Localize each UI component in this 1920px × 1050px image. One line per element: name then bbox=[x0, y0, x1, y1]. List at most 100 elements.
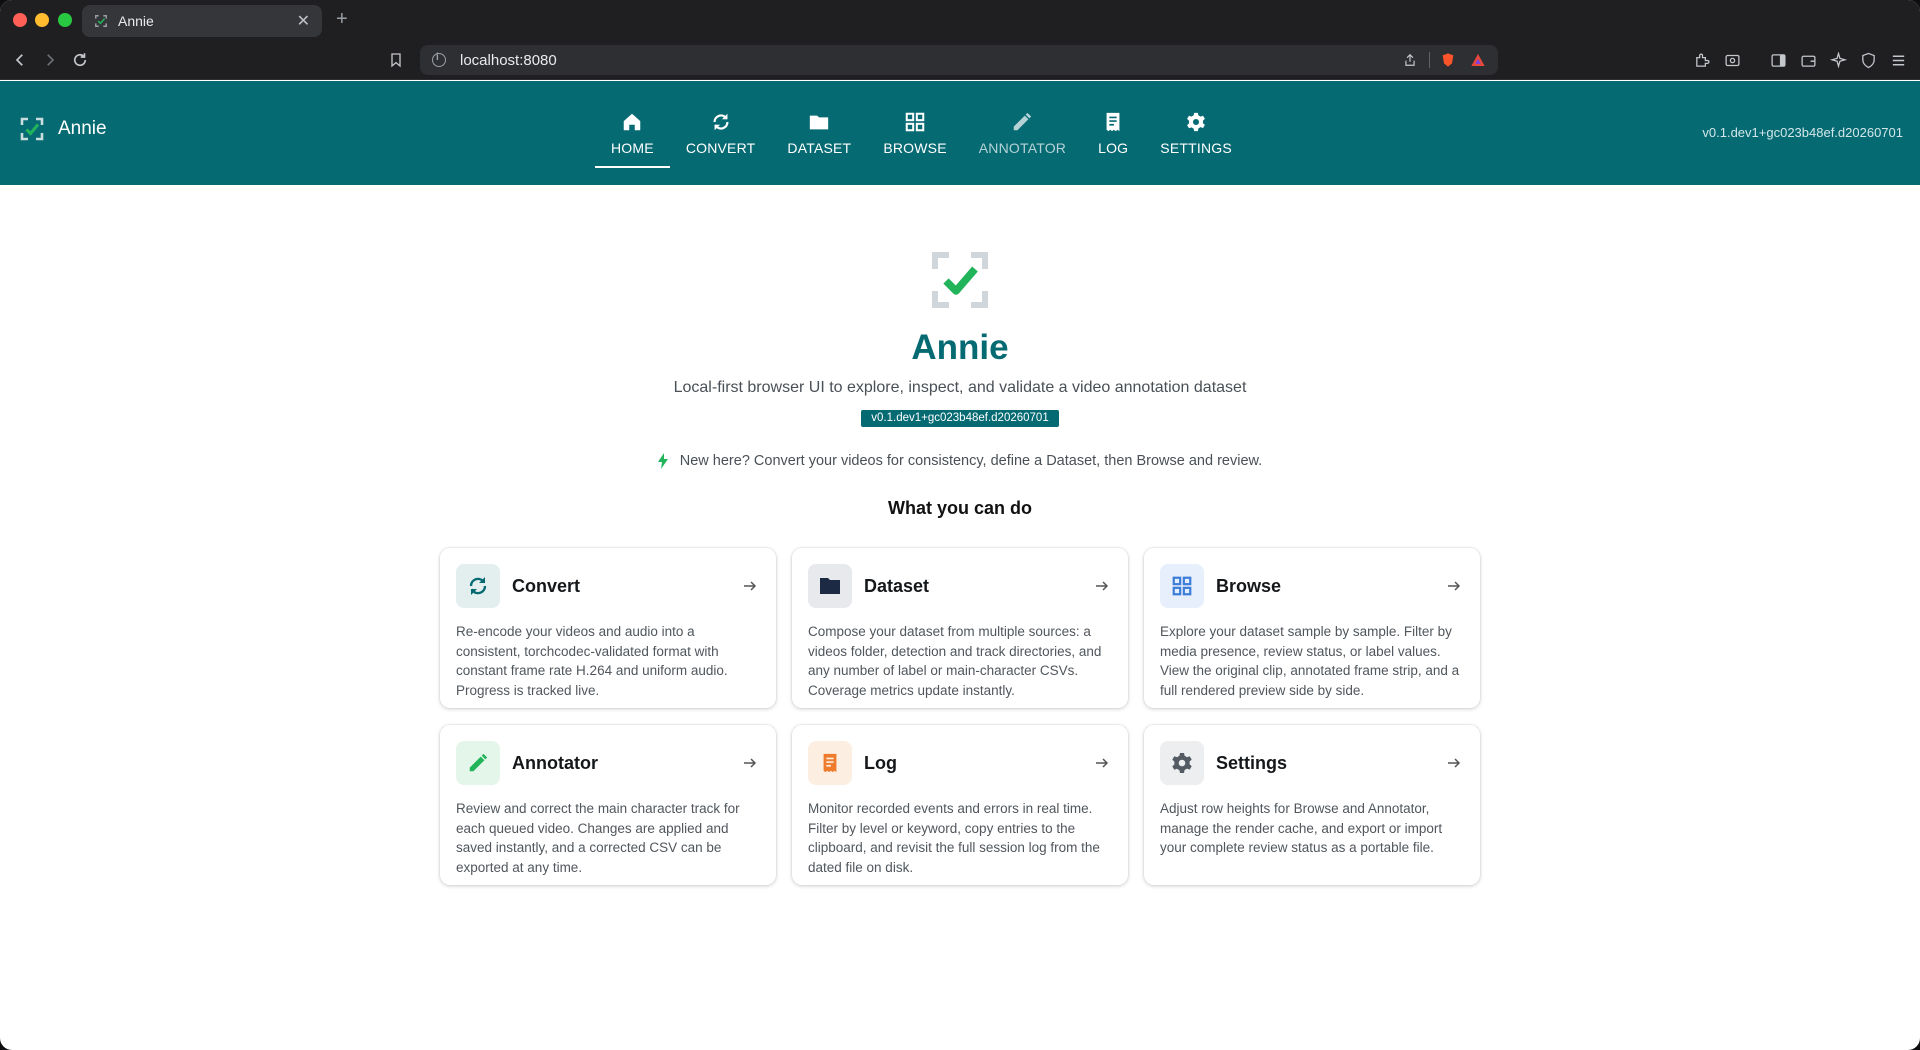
wallet-icon bbox=[1800, 55, 1816, 67]
card-convert[interactable]: Convert Re-encode your videos and audio … bbox=[440, 548, 776, 708]
nav-home[interactable]: HOME bbox=[595, 81, 670, 185]
forward-arrow-icon bbox=[47, 54, 55, 66]
bolt-icon bbox=[657, 453, 668, 469]
receipt-icon bbox=[1106, 112, 1120, 131]
grid-icon bbox=[905, 112, 925, 131]
nav-dataset-label: DATASET bbox=[787, 139, 852, 156]
features-heading: What you can do bbox=[888, 498, 1032, 518]
card-convert-title: Convert bbox=[512, 575, 581, 596]
card-settings-description: Adjust row heights for Browse and Annota… bbox=[1160, 801, 1443, 855]
nav-convert-label: CONVERT bbox=[685, 139, 756, 156]
close-window-button[interactable] bbox=[13, 13, 27, 27]
arrow-right-icon bbox=[1096, 581, 1109, 591]
brave-rewards-icon[interactable] bbox=[1470, 52, 1486, 68]
hero-logo-icon bbox=[932, 252, 988, 308]
url-text: localhost:8080 bbox=[460, 51, 557, 69]
browser-window: Annie ✕ + localhost:8080 bbox=[0, 0, 1920, 1050]
tab-title: Annie bbox=[118, 13, 154, 29]
card-log-icon-box bbox=[808, 741, 852, 785]
maximize-window-button[interactable] bbox=[58, 13, 72, 27]
brave-shield-icon[interactable] bbox=[1440, 51, 1456, 69]
url-divider bbox=[1429, 52, 1430, 68]
card-settings-icon-box bbox=[1160, 741, 1204, 785]
grid-icon bbox=[1172, 576, 1192, 596]
vpn-shield-icon bbox=[1861, 52, 1875, 68]
brand[interactable]: Annie bbox=[20, 117, 107, 141]
browser-tab[interactable]: Annie ✕ bbox=[82, 5, 322, 37]
puzzle-icon bbox=[1695, 53, 1709, 67]
card-settings[interactable]: Settings Adjust row heights for Browse a… bbox=[1144, 725, 1480, 885]
card-browse[interactable]: Browse Explore your dataset sample by sa… bbox=[1144, 548, 1480, 708]
folder-icon bbox=[820, 578, 840, 594]
arrow-right-icon bbox=[1096, 758, 1109, 768]
nav-log-label: LOG bbox=[1098, 139, 1129, 156]
main-nav: HOME CONVERT DATASET BROWSE ANNOTATOR LO… bbox=[595, 81, 1248, 185]
annie-favicon-icon bbox=[95, 15, 107, 27]
card-browse-icon-box bbox=[1160, 564, 1204, 608]
site-info-icon[interactable] bbox=[432, 52, 446, 67]
sparkle-icon bbox=[1829, 51, 1847, 68]
sidebar-icon bbox=[1770, 53, 1786, 67]
nav-browse-label: BROWSE bbox=[883, 139, 947, 156]
nav-annotator[interactable]: ANNOTATOR bbox=[963, 81, 1082, 185]
app-header: Annie HOME CONVERT DATASET BROWSE ANNOTA… bbox=[0, 81, 1920, 185]
hamburger-menu-icon bbox=[1892, 55, 1904, 65]
card-convert-description: Re-encode your videos and audio into a c… bbox=[456, 624, 728, 698]
arrow-right-icon bbox=[1448, 758, 1461, 768]
minimize-window-button[interactable] bbox=[35, 13, 49, 27]
card-annotator-icon-box bbox=[456, 741, 500, 785]
reload-icon bbox=[73, 53, 87, 67]
card-dataset-icon-box bbox=[808, 564, 852, 608]
nav-log[interactable]: LOG bbox=[1082, 81, 1144, 185]
nav-convert[interactable]: CONVERT bbox=[670, 81, 772, 185]
share-icon[interactable] bbox=[1403, 53, 1417, 67]
brand-name: Annie bbox=[58, 118, 107, 139]
reload-button[interactable] bbox=[68, 48, 92, 72]
back-button[interactable] bbox=[8, 48, 32, 72]
folder-icon bbox=[810, 115, 829, 129]
bookmark-button[interactable] bbox=[384, 48, 408, 72]
extensions-button[interactable] bbox=[1690, 48, 1714, 72]
card-log[interactable]: Log Monitor recorded events and errors i… bbox=[792, 725, 1128, 885]
card-annotator-title: Annotator bbox=[512, 752, 598, 773]
card-browse-title: Browse bbox=[1216, 575, 1282, 596]
bookmark-icon bbox=[391, 53, 401, 68]
version-badge: v0.1.dev1+gc023b48ef.d20260701 bbox=[861, 410, 1059, 427]
address-bar[interactable]: localhost:8080 bbox=[420, 45, 1498, 75]
leo-ai-button[interactable] bbox=[1826, 48, 1850, 72]
feature-cards: Convert Re-encode your videos and audio … bbox=[440, 548, 1480, 885]
hero-subtitle: Local-first browser UI to explore, inspe… bbox=[673, 379, 1247, 396]
header-version: v0.1.dev1+gc023b48ef.d20260701 bbox=[1702, 125, 1903, 140]
nav-browse[interactable]: BROWSE bbox=[867, 81, 962, 185]
nav-settings-label: SETTINGS bbox=[1160, 139, 1232, 156]
card-log-description: Monitor recorded events and errors in re… bbox=[808, 801, 1100, 875]
card-annotator[interactable]: Annotator Review and correct the main ch… bbox=[440, 725, 776, 885]
wallet-button[interactable] bbox=[1796, 48, 1820, 72]
gear-icon bbox=[1187, 112, 1205, 131]
card-dataset[interactable]: Dataset Compose your dataset from multip… bbox=[792, 548, 1128, 708]
receipt-icon bbox=[823, 753, 837, 773]
menu-button[interactable] bbox=[1886, 48, 1910, 72]
tab-close-icon[interactable]: ✕ bbox=[297, 11, 310, 31]
pencil-icon bbox=[1014, 112, 1032, 130]
sidebar-button[interactable] bbox=[1766, 48, 1790, 72]
new-tab-button[interactable]: + bbox=[336, 8, 348, 31]
arrow-right-icon bbox=[744, 581, 757, 591]
sync-icon bbox=[713, 113, 729, 130]
pencil-icon bbox=[469, 753, 488, 772]
vpn-button[interactable] bbox=[1856, 48, 1880, 72]
tip-text: New here? Convert your videos for consis… bbox=[679, 453, 1263, 469]
arrow-right-icon bbox=[744, 758, 757, 768]
nav-dataset[interactable]: DATASET bbox=[771, 81, 867, 185]
card-dataset-title: Dataset bbox=[864, 575, 930, 596]
nav-annotator-label: ANNOTATOR bbox=[978, 139, 1067, 156]
card-dataset-description: Compose your dataset from multiple sourc… bbox=[808, 624, 1102, 698]
forward-button[interactable] bbox=[38, 48, 62, 72]
screenshot-button[interactable] bbox=[1720, 48, 1744, 72]
home-icon bbox=[624, 113, 641, 130]
camera-search-icon bbox=[1724, 54, 1740, 66]
gear-icon bbox=[1172, 753, 1192, 773]
card-log-title: Log bbox=[864, 752, 897, 773]
card-settings-title: Settings bbox=[1216, 752, 1288, 773]
nav-settings[interactable]: SETTINGS bbox=[1144, 81, 1248, 185]
